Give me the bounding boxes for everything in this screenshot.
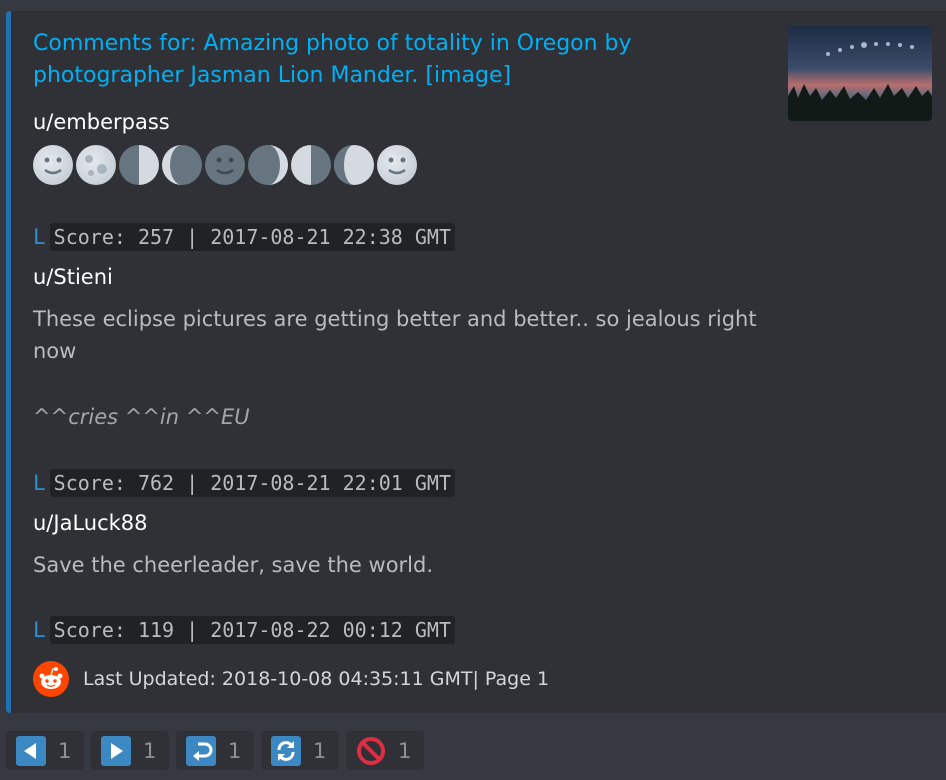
- reaction-refresh[interactable]: 1: [261, 731, 339, 770]
- comment-meta: L Score: 762 | 2017-08-21 22:01 GMT: [33, 469, 456, 497]
- score-line: Score: 119 | 2017-08-22 00:12 GMT: [49, 616, 456, 644]
- reddit-logo-icon: [33, 661, 69, 697]
- comment-text: These eclipse pictures are getting bette…: [33, 307, 757, 363]
- comment-author: u/JaLuck88: [33, 511, 148, 535]
- last-quarter-icon: [162, 145, 202, 185]
- reaction-next[interactable]: 1: [91, 731, 169, 770]
- waning-crescent-icon: [248, 145, 288, 185]
- waxing-gibbous-icon: [334, 145, 374, 185]
- arrow-left-icon: [16, 735, 46, 766]
- reaction-return[interactable]: 1: [176, 731, 254, 770]
- reaction-count: 1: [313, 738, 327, 763]
- post-author: u/emberpass: [33, 110, 170, 134]
- embed-footer: Last Updated: 2018-10-08 04:35:11 GMT| P…: [33, 661, 549, 697]
- comment-meta: L Score: 119 | 2017-08-22 00:12 GMT: [33, 616, 456, 644]
- full-moon-face-icon: [377, 145, 417, 185]
- embed-title-link[interactable]: Comments for: Amazing photo of totality …: [33, 28, 773, 92]
- moon-emoji-row: [33, 145, 417, 185]
- full-moon-icon: [76, 145, 116, 185]
- comment-italic-text: ^^cries ^^in ^^EU: [33, 401, 763, 433]
- refresh-icon: [271, 735, 301, 766]
- reply-arrow-glyph: L: [33, 618, 46, 642]
- waning-gibbous-icon: [119, 145, 159, 185]
- reply-arrow-glyph: L: [33, 225, 46, 249]
- reddit-embed: Comments for: Amazing photo of totality …: [6, 11, 946, 713]
- reaction-count: 1: [143, 738, 157, 763]
- score-line: Score: 257 | 2017-08-21 22:38 GMT: [49, 223, 456, 251]
- arrow-right-icon: [101, 735, 131, 766]
- new-moon-face-icon: [205, 145, 245, 185]
- reaction-count: 1: [228, 738, 242, 763]
- return-arrow-icon: [186, 735, 216, 766]
- reply-arrow-glyph: L: [33, 471, 46, 495]
- comment-meta: L Score: 257 | 2017-08-21 22:38 GMT: [33, 223, 456, 251]
- first-quarter-icon: [291, 145, 331, 185]
- comment-author: u/Stieni: [33, 265, 113, 289]
- thumbnail-image[interactable]: [788, 26, 932, 121]
- full-moon-face-icon: [33, 145, 73, 185]
- score-line: Score: 762 | 2017-08-21 22:01 GMT: [49, 469, 456, 497]
- footer-text: Last Updated: 2018-10-08 04:35:11 GMT| P…: [83, 668, 550, 690]
- reaction-stop[interactable]: 1: [346, 731, 424, 770]
- reaction-previous[interactable]: 1: [6, 731, 84, 770]
- comment-text: Save the cheerleader, save the world.: [33, 553, 434, 577]
- reaction-count: 1: [58, 738, 72, 763]
- reaction-count: 1: [398, 738, 412, 763]
- no-entry-icon: [357, 736, 385, 765]
- reaction-bar: 1 1 1 1 1: [6, 731, 424, 770]
- italic-span: ^^cries ^^in ^^EU: [33, 405, 250, 429]
